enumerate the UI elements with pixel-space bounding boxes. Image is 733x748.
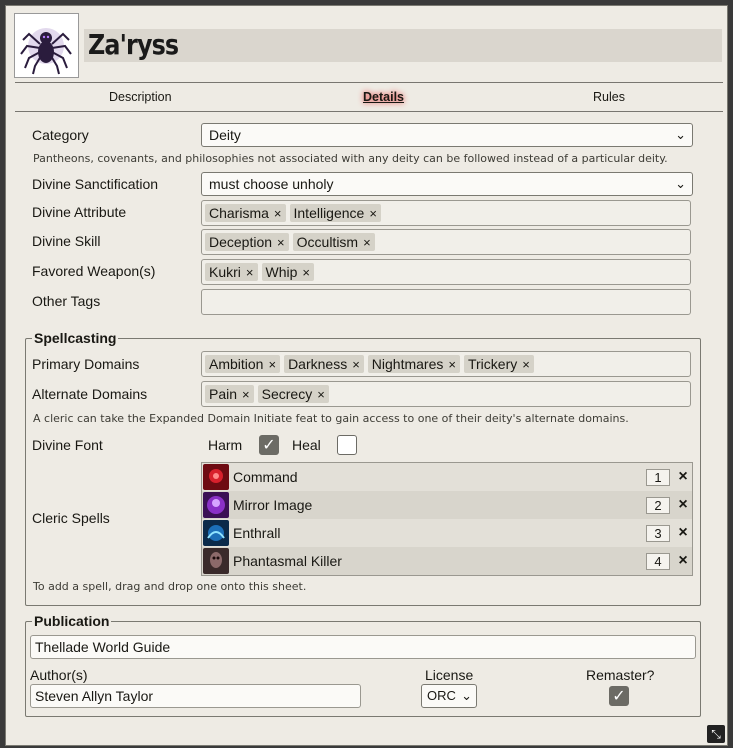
tag-pain: Pain × — [205, 385, 254, 403]
chevron-down-icon: ⌄ — [675, 176, 686, 191]
tag-secrecy: Secrecy × — [257, 385, 329, 403]
license-select[interactable]: ORC ⌄ — [421, 684, 477, 708]
heal-label: Heal — [292, 437, 321, 453]
primary-domains-input[interactable]: Ambition × Darkness × Nightmares × Trickery… — [201, 351, 691, 377]
spider-icon — [15, 14, 78, 77]
tag-charisma: Charisma × — [205, 204, 286, 222]
chevron-down-icon: ⌄ — [675, 127, 686, 142]
authors-input[interactable]: Steven Allyn Taylor — [30, 684, 361, 708]
remove-icon[interactable]: × — [522, 357, 530, 372]
license-value: ORC — [427, 688, 456, 703]
harm-label: Harm — [208, 437, 243, 453]
category-value: Deity — [209, 127, 241, 143]
category-hint: Pantheons, covenants, and philosophies n… — [33, 152, 668, 165]
cleric-spells-list: Command 1 × Mirror Image 2 × Enthrall 3 … — [201, 462, 693, 576]
deity-portrait[interactable] — [14, 13, 79, 78]
remove-icon[interactable]: × — [448, 357, 456, 372]
other-tags-input[interactable] — [201, 289, 691, 315]
cleric-spells-label: Cleric Spells — [32, 510, 110, 526]
sanctification-label: Divine Sanctification — [32, 176, 159, 192]
spellcasting-legend: Spellcasting — [34, 330, 117, 346]
tag-deception: Deception × — [205, 233, 289, 251]
skill-label: Divine Skill — [32, 233, 101, 249]
check-icon: ✓ — [262, 437, 276, 454]
item-name[interactable]: Za'ryss — [88, 28, 179, 61]
remove-spell-icon[interactable]: × — [676, 552, 690, 570]
tag-ambition: Ambition × — [205, 355, 281, 373]
category-select[interactable]: Deity ⌄ — [201, 123, 693, 147]
tag-intelligence: Intelligence × — [289, 204, 381, 222]
chevron-down-icon: ⌄ — [461, 688, 472, 703]
tab-details[interactable]: Details — [363, 90, 404, 104]
remove-icon[interactable]: × — [369, 206, 377, 221]
tag-whip: Whip × — [261, 263, 314, 281]
publication-legend: Publication — [34, 613, 110, 629]
weapons-tag-input[interactable]: Kukri × Whip × — [201, 259, 691, 285]
tab-description[interactable]: Description — [109, 90, 172, 104]
category-label: Category — [32, 127, 89, 143]
sheet-tabs: Description Details Rules — [15, 82, 723, 112]
spell-rank: 4 — [646, 552, 670, 570]
remove-icon[interactable]: × — [302, 265, 310, 280]
spell-row[interactable]: Phantasmal Killer 4 × — [202, 547, 692, 575]
divine-font-label: Divine Font — [32, 437, 103, 453]
spell-rank: 2 — [646, 496, 670, 514]
remove-icon[interactable]: × — [352, 357, 360, 372]
other-tags-label: Other Tags — [32, 293, 101, 309]
alternate-domains-input[interactable]: Pain × Secrecy × — [201, 381, 691, 407]
weapons-label: Favored Weapon(s) — [32, 263, 156, 279]
publication-title-input[interactable]: Thellade World Guide — [30, 635, 696, 659]
spell-name[interactable]: Enthrall — [233, 525, 646, 541]
spell-row[interactable]: Enthrall 3 × — [202, 519, 692, 547]
enthrall-spell-icon — [203, 520, 229, 546]
license-label: License — [425, 667, 474, 683]
mirror-image-spell-icon — [203, 492, 229, 518]
remove-icon[interactable]: × — [274, 206, 282, 221]
check-icon: ✓ — [612, 688, 626, 705]
remove-spell-icon[interactable]: × — [676, 496, 690, 514]
tag-trickery: Trickery × — [463, 355, 534, 373]
remove-icon[interactable]: × — [363, 235, 371, 250]
attribute-tag-input[interactable]: Charisma × Intelligence × — [201, 200, 691, 226]
sanctification-select[interactable]: must choose unholy ⌄ — [201, 172, 693, 196]
harm-checkbox[interactable]: ✓ — [259, 435, 279, 455]
spell-rank: 3 — [646, 524, 670, 542]
tab-rules[interactable]: Rules — [593, 90, 625, 104]
spells-hint: To add a spell, drag and drop one onto t… — [33, 580, 307, 593]
tag-darkness: Darkness × — [284, 355, 364, 373]
remove-icon[interactable]: × — [268, 357, 276, 372]
skill-tag-input[interactable]: Deception × Occultism × — [201, 229, 691, 255]
heal-checkbox[interactable] — [337, 435, 357, 455]
sanctification-value: must choose unholy — [209, 176, 334, 192]
remove-spell-icon[interactable]: × — [676, 524, 690, 542]
name-input-background[interactable] — [84, 29, 722, 62]
attribute-label: Divine Attribute — [32, 204, 127, 220]
remove-icon[interactable]: × — [242, 387, 250, 402]
tag-nightmares: Nightmares × — [367, 355, 460, 373]
phantasmal-killer-spell-icon — [203, 548, 229, 574]
alternate-domains-hint: A cleric can take the Expanded Domain In… — [33, 412, 629, 425]
remove-icon[interactable]: × — [277, 235, 285, 250]
remove-icon[interactable]: × — [317, 387, 325, 402]
authors-label: Author(s) — [30, 667, 88, 683]
spell-row[interactable]: Mirror Image 2 × — [202, 491, 692, 519]
remaster-label: Remaster? — [586, 667, 655, 683]
tag-kukri: Kukri × — [205, 263, 258, 281]
primary-domains-label: Primary Domains — [32, 356, 140, 372]
spell-rank: 1 — [646, 468, 670, 486]
spell-row[interactable]: Command 1 × — [202, 463, 692, 491]
remove-icon[interactable]: × — [246, 265, 254, 280]
remove-spell-icon[interactable]: × — [676, 468, 690, 486]
alternate-domains-label: Alternate Domains — [32, 386, 148, 402]
resize-handle-icon[interactable]: ⤡ — [707, 725, 725, 743]
item-sheet: Za'ryss Description Details Rules Catego… — [5, 5, 728, 746]
remaster-checkbox[interactable]: ✓ — [609, 686, 629, 706]
command-spell-icon — [203, 464, 229, 490]
spell-name[interactable]: Mirror Image — [233, 497, 646, 513]
spell-name[interactable]: Command — [233, 469, 646, 485]
spell-name[interactable]: Phantasmal Killer — [233, 553, 646, 569]
tag-occultism: Occultism × — [292, 233, 375, 251]
